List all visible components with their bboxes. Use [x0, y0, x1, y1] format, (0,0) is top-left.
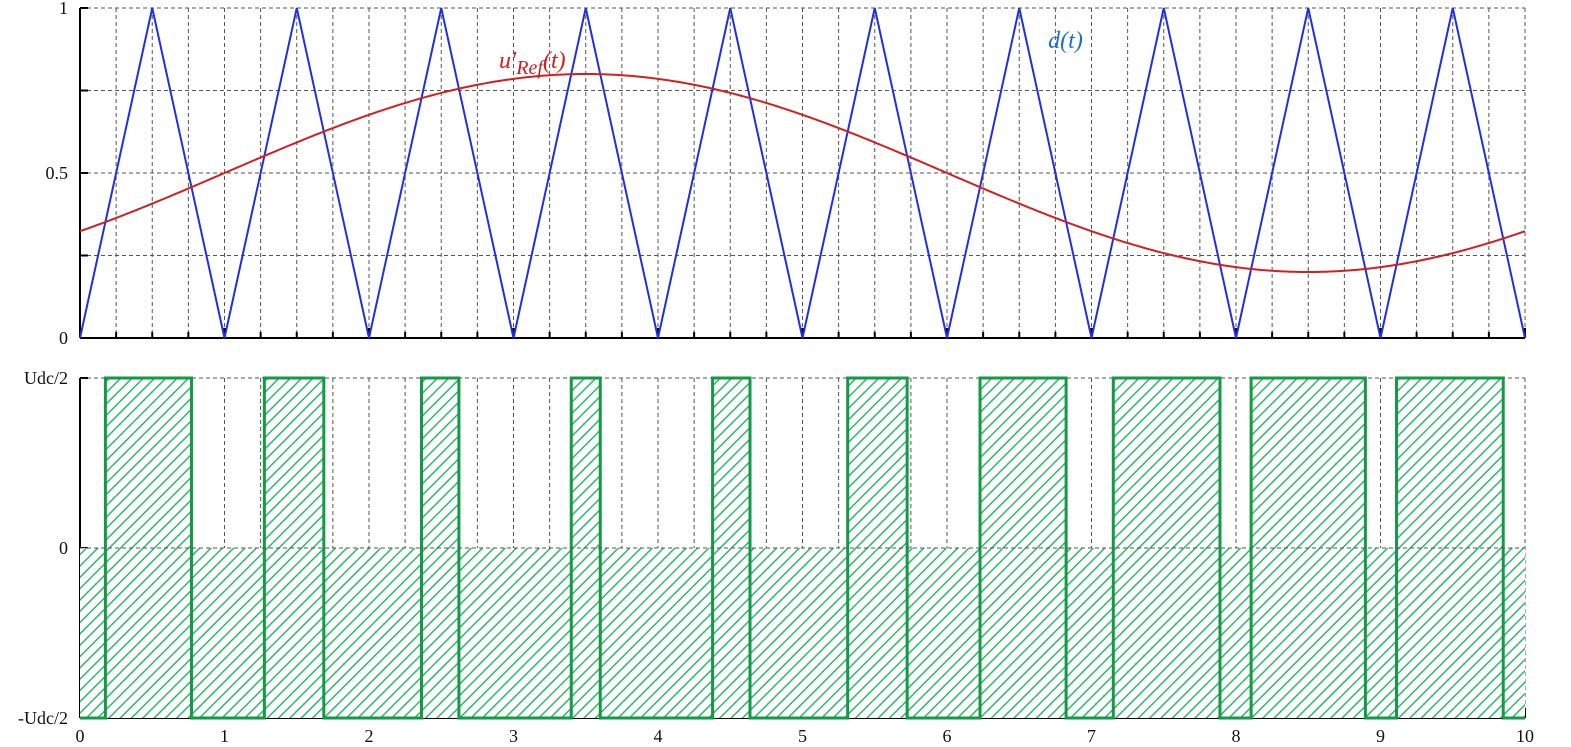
top-y-tick-label: 1 [59, 0, 68, 19]
bottom-y-tick-label: 0 [59, 538, 68, 559]
bottom-y-tick-label: -Udc/2 [18, 708, 68, 729]
bottom-y-tick-label: Udc/2 [24, 368, 68, 389]
top-y-tick-label: 0 [59, 328, 68, 349]
tri-series-label: d(t) [1048, 28, 1083, 55]
ref-series-label: u′Ref(t) [499, 48, 566, 80]
chart-svg [0, 0, 1571, 737]
top-y-tick-label: 0.5 [46, 163, 69, 184]
